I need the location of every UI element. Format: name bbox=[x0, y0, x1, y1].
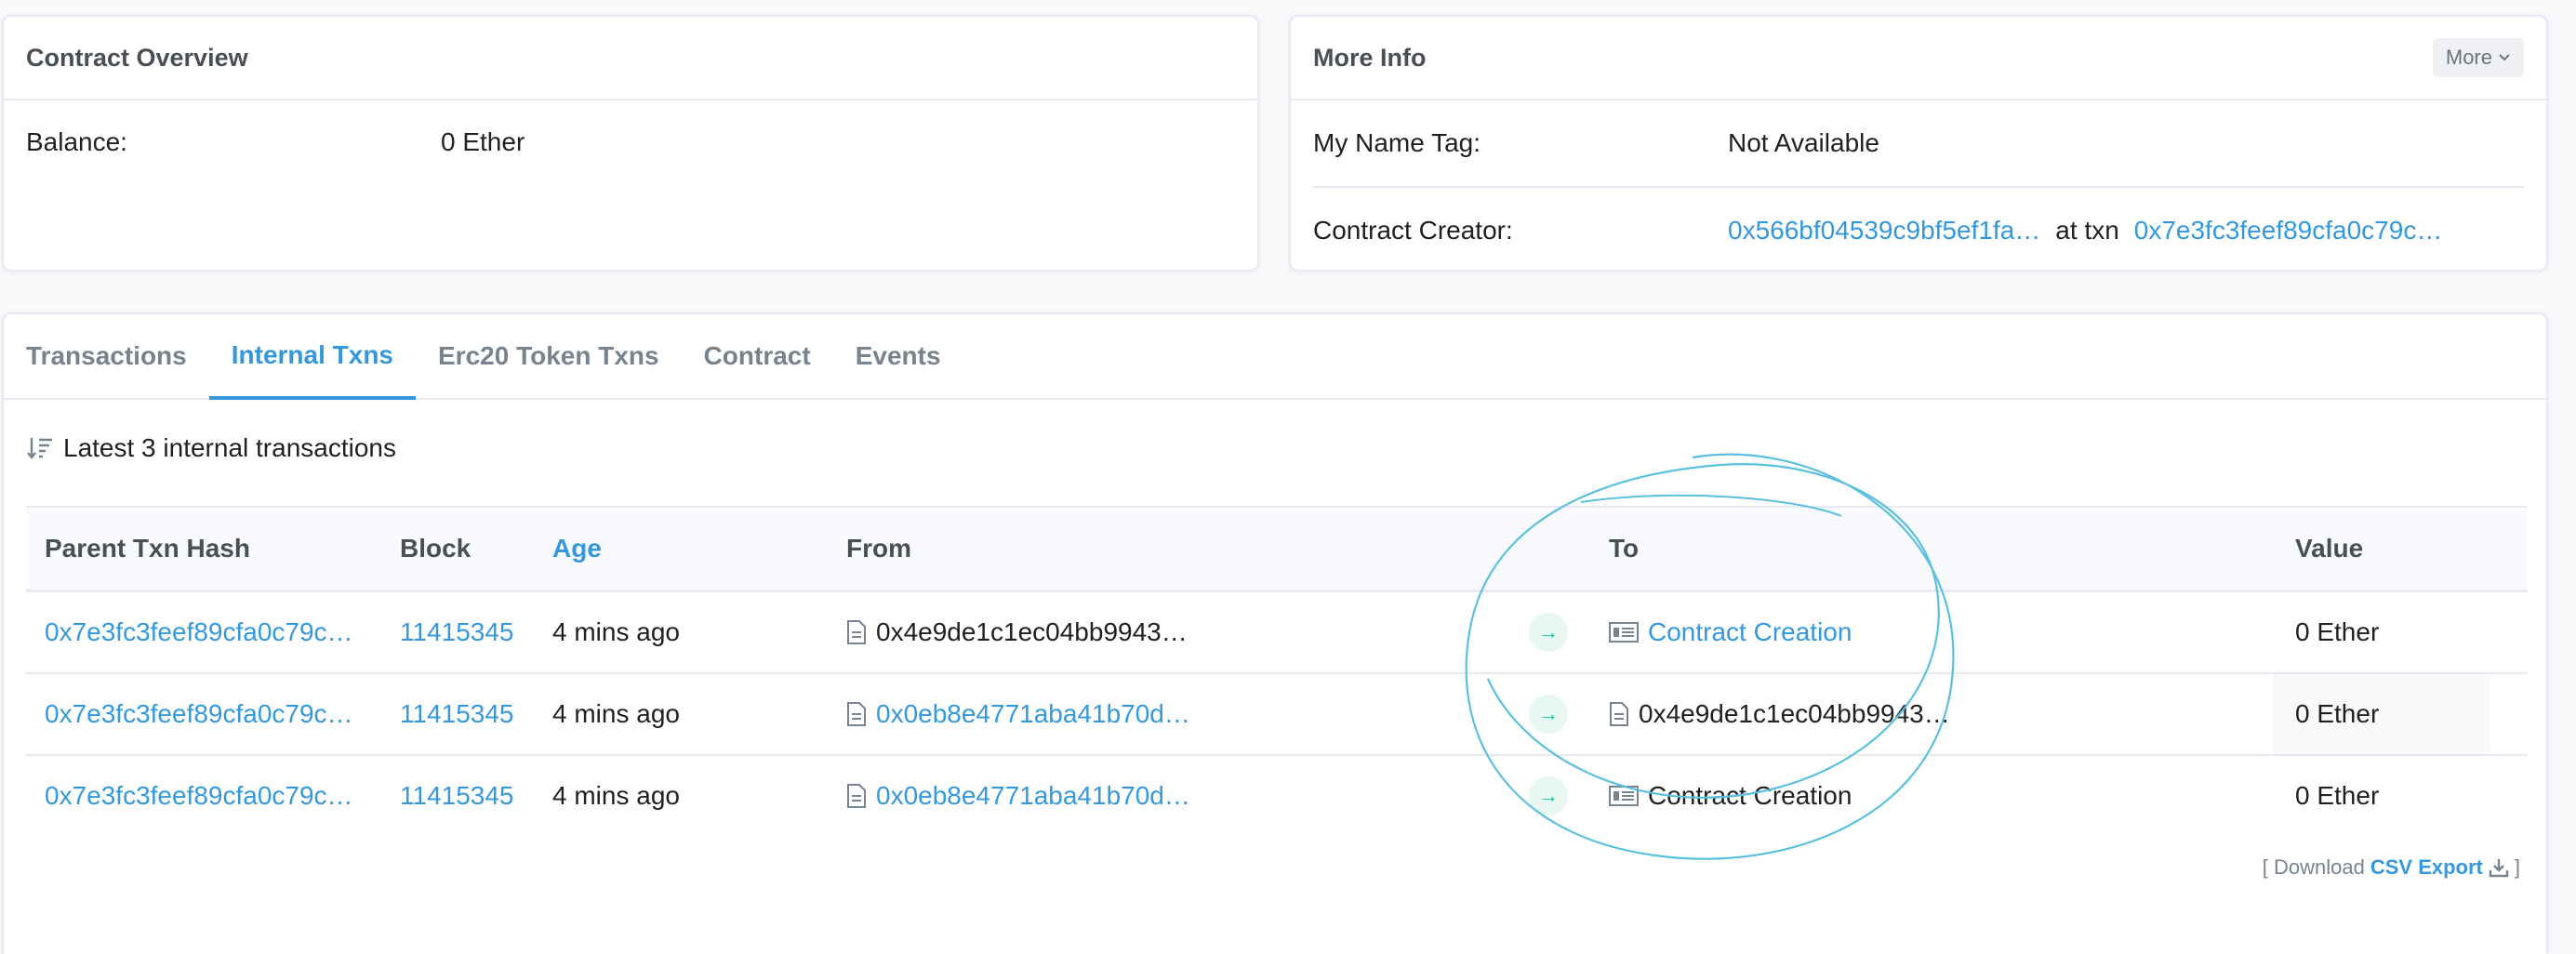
creator-address-link[interactable]: 0x566bf04539c9bf5ef1fa… bbox=[1728, 216, 2040, 245]
file-contract-icon bbox=[847, 620, 866, 644]
contract-creation-icon bbox=[1609, 622, 1639, 643]
internal-txns-table: Parent Txn Hash Block Age From To Value … bbox=[26, 506, 2528, 836]
from-cell: 0x0eb8e4771aba41b70d… bbox=[846, 674, 1190, 754]
value-text: 0 Ether bbox=[2295, 699, 2380, 728]
from-address: 0x4e9de1c1ec04bb9943… bbox=[876, 617, 1188, 646]
col-to: To bbox=[1609, 534, 1640, 563]
file-contract-icon bbox=[1610, 702, 1628, 726]
to-cell: Contract Creation bbox=[1609, 592, 1852, 672]
summary-line: Latest 3 internal transactions bbox=[26, 433, 396, 463]
balance-label: Balance: bbox=[26, 127, 127, 156]
col-block: Block bbox=[400, 534, 471, 563]
contract-creator-label: Contract Creator: bbox=[1313, 216, 1513, 245]
sort-amount-down-icon bbox=[27, 438, 52, 459]
download-csv-line: [ Download CSV Export ] bbox=[2263, 855, 2520, 880]
more-info-title: More Info bbox=[1313, 43, 1427, 72]
balance-row: Balance: 0 Ether bbox=[4, 100, 1257, 184]
to-cell: 0x4e9de1c1ec04bb9943… bbox=[1609, 674, 1950, 754]
contract-overview-title: Contract Overview bbox=[26, 43, 248, 72]
table-row: 0x7e3fc3feef89cfa0c79c… 11415345 4 mins … bbox=[26, 674, 2528, 756]
file-contract-icon bbox=[847, 702, 866, 726]
contract-creation-icon bbox=[1609, 786, 1639, 806]
value-text: 0 Ether bbox=[2295, 781, 2380, 810]
tab-erc20-token-txns[interactable]: Erc20 Token Txns bbox=[416, 314, 682, 398]
age-text: 4 mins ago bbox=[552, 617, 680, 646]
balance-value: 0 Ether bbox=[441, 127, 525, 156]
block-link[interactable]: 11415345 bbox=[400, 674, 514, 754]
arrow-cell: → bbox=[1529, 756, 1568, 836]
more-info-header: More Info More bbox=[1291, 17, 2546, 100]
arrow-cell: → bbox=[1529, 592, 1568, 672]
download-prefix: [ Download bbox=[2262, 855, 2365, 879]
contract-creator-row: Contract Creator: 0x566bf04539c9bf5ef1fa… bbox=[1291, 188, 2546, 273]
file-contract-icon bbox=[847, 784, 866, 808]
download-icon[interactable] bbox=[2489, 857, 2509, 878]
age-text: 4 mins ago bbox=[552, 699, 680, 728]
parent-txn-hash-link[interactable]: 0x7e3fc3feef89cfa0c79c… bbox=[45, 592, 353, 672]
contract-overview-header: Contract Overview bbox=[4, 17, 1257, 100]
value-text: 0 Ether bbox=[2295, 617, 2380, 646]
tab-bar: Transactions Internal Txns Erc20 Token T… bbox=[4, 314, 2546, 400]
parent-txn-hash-link[interactable]: 0x7e3fc3feef89cfa0c79c… bbox=[45, 674, 353, 754]
arrow-right-icon: → bbox=[1529, 776, 1568, 815]
table-row: 0x7e3fc3feef89cfa0c79c… 11415345 4 mins … bbox=[26, 592, 2528, 674]
col-parent-txn-hash: Parent Txn Hash bbox=[45, 534, 250, 563]
transactions-card: Transactions Internal Txns Erc20 Token T… bbox=[2, 312, 2548, 954]
to-contract-creation-text: Contract Creation bbox=[1648, 781, 1852, 810]
tab-events[interactable]: Events bbox=[833, 314, 963, 398]
creator-txn-link[interactable]: 0x7e3fc3feef89cfa0c79c… bbox=[2134, 216, 2443, 245]
to-address: 0x4e9de1c1ec04bb9943… bbox=[1639, 699, 1950, 728]
name-tag-label: My Name Tag: bbox=[1313, 128, 1481, 157]
from-cell: 0x0eb8e4771aba41b70d… bbox=[846, 756, 1190, 836]
to-contract-creation-link[interactable]: Contract Creation bbox=[1648, 617, 1852, 647]
arrow-right-icon: → bbox=[1529, 613, 1568, 652]
from-cell: 0x4e9de1c1ec04bb9943… bbox=[846, 592, 1188, 672]
block-link[interactable]: 11415345 bbox=[400, 756, 514, 836]
to-cell: Contract Creation bbox=[1609, 756, 1852, 836]
col-value: Value bbox=[2295, 534, 2364, 563]
tab-internal-txns[interactable]: Internal Txns bbox=[208, 314, 416, 400]
contract-overview-card: Contract Overview Balance: 0 Ether bbox=[2, 15, 1259, 272]
more-info-card: More Info More My Name Tag: Not Availabl… bbox=[1289, 15, 2548, 272]
from-address-link[interactable]: 0x0eb8e4771aba41b70d… bbox=[876, 781, 1190, 811]
tab-transactions[interactable]: Transactions bbox=[26, 314, 209, 398]
col-age-toggle[interactable]: Age bbox=[552, 508, 602, 590]
name-tag-row: My Name Tag: Not Available bbox=[1291, 100, 2546, 186]
name-tag-value: Not Available bbox=[1728, 128, 1879, 157]
arrow-cell: → bbox=[1529, 674, 1568, 754]
more-dropdown-button[interactable]: More bbox=[2432, 38, 2524, 77]
csv-export-link[interactable]: CSV Export bbox=[2370, 855, 2483, 880]
from-address-link[interactable]: 0x0eb8e4771aba41b70d… bbox=[876, 699, 1190, 729]
more-button-label: More bbox=[2445, 46, 2492, 69]
at-txn-text: at txn bbox=[2055, 216, 2119, 245]
parent-txn-hash-link[interactable]: 0x7e3fc3feef89cfa0c79c… bbox=[45, 756, 353, 836]
arrow-right-icon: → bbox=[1529, 695, 1568, 734]
download-suffix: ] bbox=[2514, 855, 2520, 879]
tab-contract[interactable]: Contract bbox=[682, 314, 833, 398]
chevron-down-icon bbox=[2499, 54, 2510, 61]
col-from: From bbox=[846, 534, 911, 563]
summary-text: Latest 3 internal transactions bbox=[63, 433, 396, 462]
table-row: 0x7e3fc3feef89cfa0c79c… 11415345 4 mins … bbox=[26, 756, 2528, 836]
block-link[interactable]: 11415345 bbox=[400, 592, 514, 672]
age-text: 4 mins ago bbox=[552, 781, 680, 810]
table-header: Parent Txn Hash Block Age From To Value bbox=[26, 506, 2528, 592]
